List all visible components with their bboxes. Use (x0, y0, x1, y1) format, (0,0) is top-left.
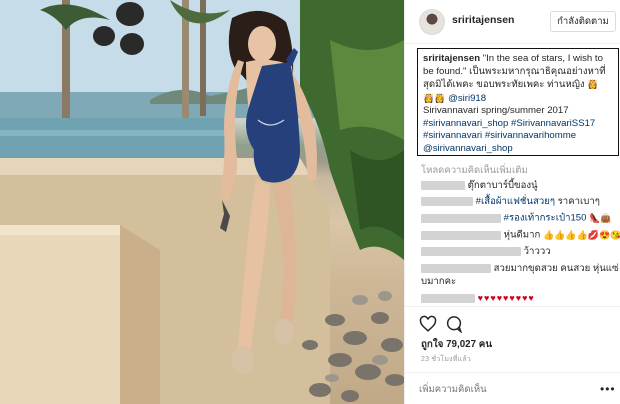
caption-line-2: be found." เป็นพระมหากรุณาธิคุณอย่างหาที… (423, 65, 606, 77)
post-header: sriritajensen กำลังติดตาม (405, 0, 620, 44)
likes-count[interactable]: ถูกใจ 79,027 คน (421, 337, 492, 352)
caption-line-8: @sirivannavari_shop (423, 143, 613, 156)
caption-line-5: Sirivannavari spring/summer 2017 (423, 105, 569, 117)
comment-hashtag[interactable]: #รองเท้ากระเป๋า150 (504, 213, 587, 224)
redacted-username (421, 180, 465, 190)
caption-author[interactable]: sriritajensen (423, 53, 480, 64)
comment-6: สวยมากขุดสวย คนสวย หุ่นแซ่ (421, 263, 618, 275)
hashtag-ss17[interactable]: #SirivannavariSS17 (511, 118, 595, 129)
caption-box: sriritajensen "In the sea of stars, I wi… (417, 48, 619, 156)
caption-line-3: สุดมิได้เพคะ ขอบพระทัยเพคะ ท่านหญิง 👸 (423, 78, 613, 91)
caption-line-1: sriritajensen "In the sea of stars, I wi… (423, 53, 613, 66)
princess-emoji-icon: 👸👸 (423, 92, 446, 103)
load-more-comments-link[interactable]: โหลดความคิดเห็นเพิ่มเติม (421, 163, 528, 178)
heart-emoji-icon: ♥♥♥♥♥♥♥♥♥ (477, 293, 535, 303)
redacted-username (421, 246, 521, 256)
add-comment-input[interactable] (419, 381, 589, 397)
heart-outline-icon[interactable] (419, 315, 437, 333)
comment-text: ตุ๊กตาบาร์บี้ของนู๋ (467, 180, 538, 191)
caption-text-3: สุดมิได้เพคะ ขอบพระทัยเพคะ ท่านหญิง (423, 79, 585, 91)
ellipsis-icon[interactable]: ••• (600, 382, 616, 396)
caption-line-6: #sirivannavari_shop #SirivannavariSS17 (423, 118, 613, 131)
hashtag-sirivannavari[interactable]: #sirivannavari (423, 130, 482, 141)
redacted-username (421, 263, 491, 273)
thumbs-up-emoji-icon: 👍👍👍👍💋😍😘 (542, 230, 620, 240)
comment-2: #เสื้อผ้าแฟชั่นสวยๆ ราคาเบาๆ (421, 196, 600, 208)
redacted-username (421, 230, 501, 240)
post-side-panel: sriritajensen กำลังติดตาม sriritajensen … (404, 0, 620, 404)
comment-4: หุ่นดีมาก 👍👍👍👍💋😍😘 (421, 229, 620, 242)
mention-siri918[interactable]: @siri918 (448, 92, 486, 103)
photo-illustration (0, 0, 404, 404)
speech-bubble-icon[interactable] (445, 315, 463, 334)
post-photo[interactable] (0, 0, 404, 404)
add-comment-bar: ••• (405, 372, 620, 404)
comment-text: ราคาเบาๆ (557, 196, 600, 207)
comment-text: สวยมากขุดสวย คนสวย หุ่นแซ่ (493, 263, 619, 274)
comment-text: ว้าววว (523, 246, 551, 257)
comment-6-continued: บมากคะ (421, 276, 457, 287)
comment-1: ตุ๊กตาบาร์บี้ของนู๋ (421, 180, 538, 192)
avatar[interactable] (419, 9, 445, 35)
redacted-username (421, 213, 501, 223)
post-timestamp: 23 ชั่วโมงที่แล้ว (421, 356, 471, 363)
caption-text-1: "In the sea of stars, I wish to (482, 53, 603, 64)
princess-emoji-icon: 👸 (587, 79, 599, 90)
post-username[interactable]: sriritajensen (452, 14, 514, 26)
mention-sirivannavari-shop[interactable]: @sirivannavari_shop (423, 143, 513, 154)
hashtag-homme[interactable]: #sirivannavarihomme (485, 130, 576, 141)
following-button[interactable]: กำลังติดตาม (550, 11, 616, 32)
caption-line-7: #sirivannavari #sirivannavarihomme (423, 130, 613, 143)
comment-text: หุ่นดีมาก (503, 229, 541, 241)
hashtag-shop[interactable]: #sirivannavari_shop (423, 118, 508, 129)
action-bar (405, 306, 620, 336)
comment-hashtag[interactable]: #เสื้อผ้าแฟชั่นสวยๆ (476, 196, 555, 207)
comment-3: #รองเท้ากระเป๋า150 👠👜 (421, 212, 612, 225)
caption-line-4: 👸👸 @siri918 (423, 92, 613, 105)
comment-5: ว้าววว (421, 246, 551, 258)
redacted-username (421, 196, 473, 206)
comment-7: ♥♥♥♥♥♥♥♥♥ (421, 292, 535, 305)
redacted-username (421, 293, 475, 303)
shoe-bag-emoji-icon: 👠👜 (589, 213, 612, 223)
